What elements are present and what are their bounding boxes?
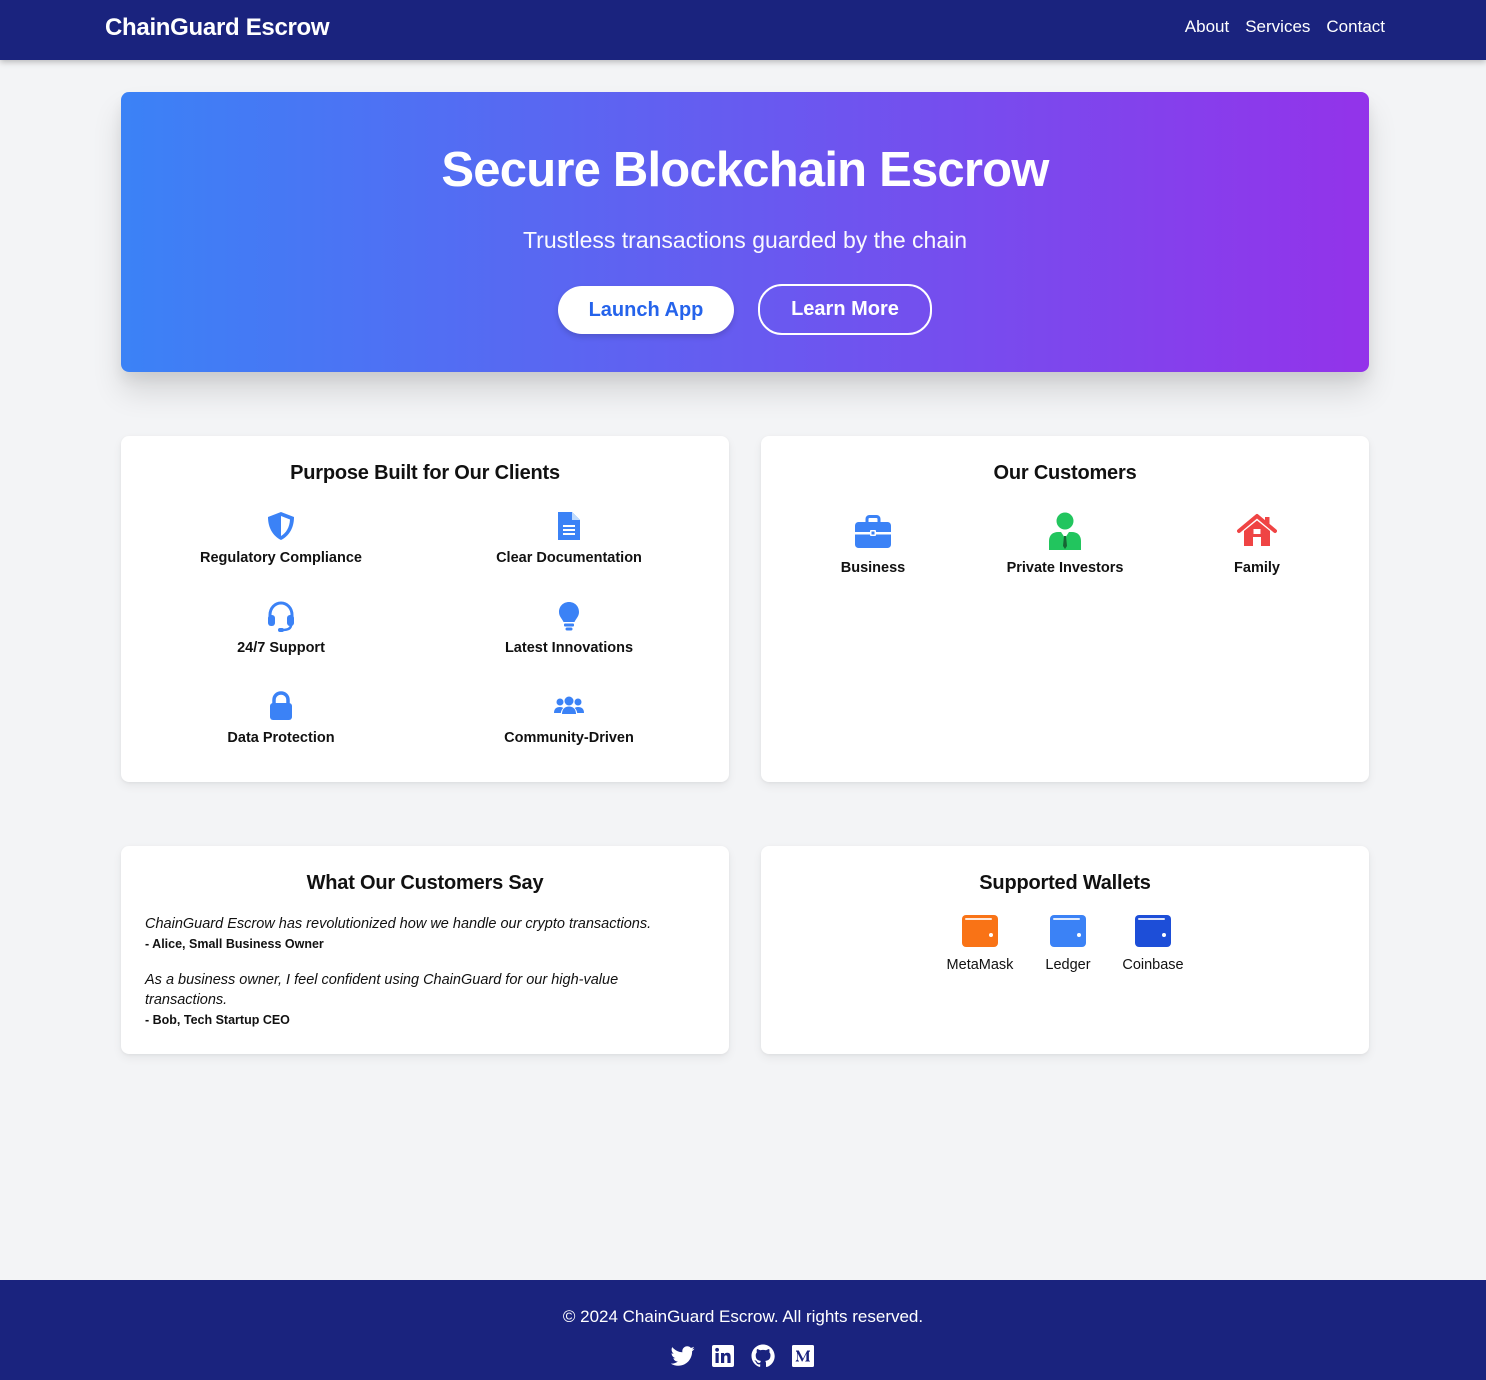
nav-link-contact[interactable]: Contact [1326, 17, 1385, 37]
customer-type-label: Private Investors [1006, 560, 1124, 576]
learn-more-button[interactable]: Learn More [758, 284, 932, 335]
investor-icon [1049, 512, 1081, 550]
feature-label: 24/7 Support [237, 640, 325, 656]
feature-label: Regulatory Compliance [200, 550, 362, 566]
social-links [0, 1344, 1486, 1368]
customer-type-item: Private Investors [969, 512, 1161, 576]
wallet-label: Ledger [1045, 957, 1091, 973]
testimonial-author: - Bob, Tech Startup CEO [145, 1013, 290, 1027]
feature-item: Regulatory Compliance [137, 510, 425, 566]
testimonials-card: What Our Customers Say ChainGuard Escrow… [121, 846, 729, 1054]
testimonials-title: What Our Customers Say [306, 872, 544, 894]
testimonial-item: ChainGuard Escrow has revolutionized how… [145, 914, 685, 951]
wallet-label: Coinbase [1122, 957, 1184, 973]
customer-type-item: Family [1161, 512, 1353, 576]
wallet-label: MetaMask [946, 957, 1014, 973]
document-icon [558, 512, 580, 540]
hero-subtitle: Trustless transactions guarded by the ch… [522, 227, 968, 253]
nav-link-services[interactable]: Services [1245, 17, 1310, 37]
top-navbar: ChainGuard Escrow About Services Contact [0, 0, 1486, 60]
customer-type-label: Family [1234, 560, 1280, 576]
launch-app-button[interactable]: Launch App [558, 286, 734, 334]
customers-title: Our Customers [993, 462, 1137, 484]
nav-link-about[interactable]: About [1185, 17, 1229, 37]
medium-icon[interactable] [791, 1344, 815, 1368]
hero-banner: Secure Blockchain Escrow Trustless trans… [121, 92, 1369, 372]
feature-item: Data Protection [137, 690, 425, 746]
site-footer: © 2024 ChainGuard Escrow. All rights res… [0, 1280, 1486, 1380]
wallet-item-coinbase[interactable]: Coinbase [1108, 914, 1198, 973]
feature-label: Latest Innovations [504, 640, 634, 656]
linkedin-icon[interactable] [711, 1344, 735, 1368]
wallet-icon [1135, 915, 1171, 947]
wallets-title: Supported Wallets [979, 872, 1151, 894]
lightbulb-icon [559, 602, 579, 631]
wallet-item-ledger[interactable]: Ledger [1023, 914, 1113, 973]
feature-item: Clear Documentation [425, 510, 713, 566]
feature-label: Data Protection [227, 730, 335, 746]
home-icon [1237, 514, 1277, 546]
lock-icon [270, 691, 292, 720]
brand-logo-text[interactable]: ChainGuard Escrow [105, 14, 330, 42]
wallet-icon [1050, 915, 1086, 947]
feature-label: Community-Driven [504, 730, 634, 746]
wallets-card: Supported Wallets MetaMask Ledger Coinba… [761, 846, 1369, 1054]
wallet-item-metamask[interactable]: MetaMask [935, 914, 1025, 973]
testimonial-author: - Alice, Small Business Owner [145, 937, 324, 951]
users-icon [554, 696, 584, 714]
feature-item: Latest Innovations [425, 600, 713, 656]
testimonial-text: ChainGuard Escrow has revolutionized how… [145, 916, 652, 932]
testimonial-item: As a business owner, I feel confident us… [145, 970, 645, 1027]
shield-icon [268, 512, 294, 540]
features-card: Purpose Built for Our Clients Regulatory… [121, 436, 729, 782]
copyright-text: © 2024 ChainGuard Escrow. All rights res… [562, 1307, 924, 1326]
feature-item: 24/7 Support [137, 600, 425, 656]
testimonial-text: As a business owner, I feel confident us… [145, 972, 619, 1008]
feature-label: Clear Documentation [496, 550, 642, 566]
customer-type-item: Business [777, 512, 969, 576]
features-title: Purpose Built for Our Clients [290, 462, 560, 484]
customer-type-label: Business [840, 560, 906, 576]
main-nav: About Services Contact [1185, 17, 1385, 37]
twitter-icon[interactable] [670, 1344, 695, 1368]
customers-card: Our Customers Business Private Investors… [761, 436, 1369, 782]
wallet-icon [962, 915, 998, 947]
github-icon[interactable] [751, 1344, 775, 1368]
hero-title: Secure Blockchain Escrow [441, 143, 1049, 197]
feature-item: Community-Driven [425, 690, 713, 746]
headset-icon [268, 601, 294, 632]
briefcase-icon [855, 515, 891, 548]
